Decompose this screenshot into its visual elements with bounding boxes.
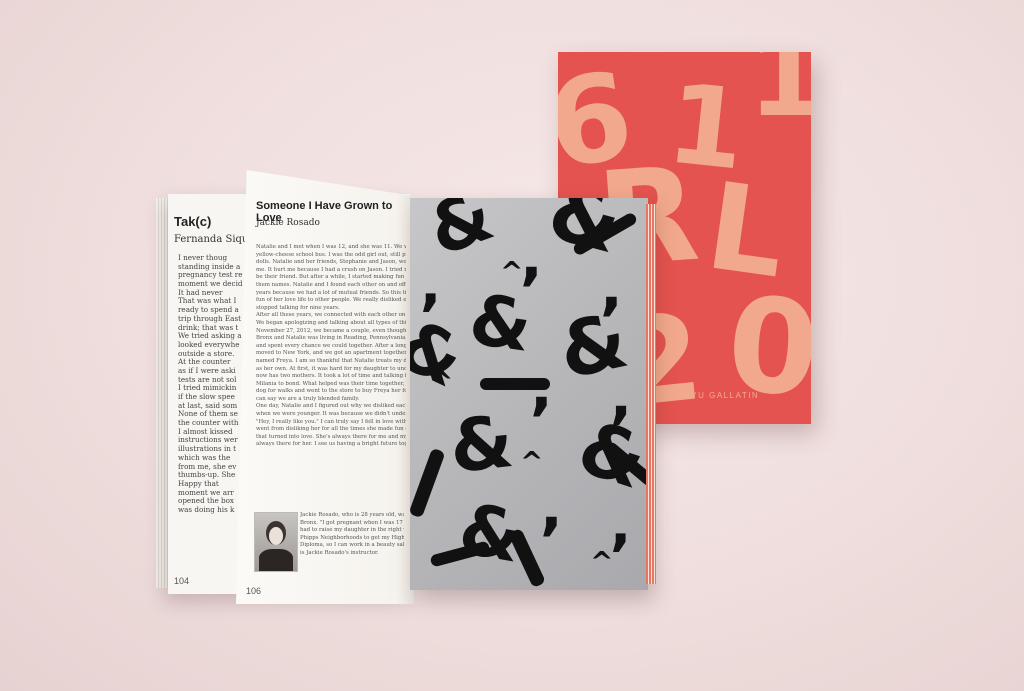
comma-glyph: ,: [610, 493, 632, 558]
text-line: that turned into love. She's always ther…: [256, 433, 406, 440]
text-line: One day, Natalie and I figured out why w…: [256, 403, 406, 410]
text-line: yellow-cheese school bus. I was the odd …: [256, 251, 406, 258]
comma-glyph: ,: [420, 253, 442, 318]
ampersand-glyph: &: [464, 278, 537, 368]
text-line: moved to New York, and we got an apartme…: [256, 350, 406, 357]
bio-line: is Jackie Rosado's instructor.: [300, 549, 379, 556]
text-line: dolls. Natalie and her friends, Stephani…: [256, 259, 406, 266]
book-mockup-scene: 6 1 R L E 2 0 1 NYU GALLATIN Tak(c) Fern…: [0, 0, 1024, 691]
bio-line: Jackie Rosado, who is 28 years old, was …: [300, 512, 404, 518]
left-page-title: Tak(c): [174, 214, 212, 229]
dash-bar: [410, 447, 446, 519]
text-line: stopped talking for nine years.: [256, 304, 340, 311]
text-line: always there for her. I see us having a …: [256, 441, 406, 448]
text-line: After all these years, we connected with…: [256, 312, 406, 319]
cover-brand-text: NYU GALLATIN: [684, 391, 760, 400]
text-line: them names. Natalie and I found each oth…: [256, 281, 406, 288]
text-line: went from disliking her for all the time…: [256, 426, 406, 433]
caret-glyph: ^: [590, 545, 614, 578]
text-line: can say we are a truly blended family.: [256, 395, 360, 402]
text-line: dog for walks and went to the store to b…: [256, 388, 406, 395]
caret-glyph: ^: [430, 365, 454, 398]
story-author: Jackie Rosado: [256, 218, 320, 228]
bio-line: Phipps Neighborhoods to get my High Scho…: [300, 534, 404, 541]
left-page-number: 104: [174, 576, 190, 586]
turning-page: Someone I Have Grown to Love Jackie Rosa…: [236, 170, 414, 604]
text-line: "Hey, I really like you." I can truly sa…: [256, 418, 406, 425]
page-stack-right: [646, 204, 656, 584]
cover-digit-1b: 1: [748, 52, 811, 141]
text-line: as her own. At first, it was hard for my…: [256, 365, 406, 372]
text-line: Bronx and Natalie was living in Reading,…: [256, 335, 406, 342]
caret-glyph: ^: [500, 255, 524, 288]
caret-glyph: ^: [520, 445, 544, 478]
bio-line: had to raise my daughter in the right wa…: [300, 527, 404, 534]
ampersand-glyph: &: [445, 398, 518, 490]
comma-glyph: ,: [540, 473, 563, 543]
text-line: We began apologizing and talking about a…: [256, 319, 406, 326]
text-line: November 27, 2012, we became a couple, e…: [256, 327, 406, 334]
author-bio: Jackie Rosado, who is 28 years old, was …: [300, 512, 404, 558]
bio-line: Diploma, so I can work in a beauty salon…: [300, 542, 404, 549]
bio-line: Bronx. "I got pregnant when I was 17 yea…: [300, 519, 404, 526]
text-line: and spent every chance we could together…: [256, 342, 406, 349]
text-line: now has two mothers. It took a lot of ti…: [256, 373, 406, 380]
turning-page-number: 106: [246, 586, 262, 596]
pattern-page: & & & & & & & & , , , , , , , ^ ^ ^ ^: [410, 198, 648, 590]
text-line: years because we had a lot of mutual fri…: [256, 289, 406, 296]
text-line: me. It hurt me because I had a crush on …: [256, 266, 406, 273]
comma-glyph: ,: [600, 253, 623, 323]
author-photo: [254, 512, 298, 572]
text-line: Natalie and I met when I was 12, and she…: [256, 244, 406, 250]
text-line: be their friend. But after a while, I st…: [256, 274, 406, 281]
dash-bar: [480, 378, 550, 390]
story-text: Natalie and I met when I was 12, and she…: [256, 244, 406, 449]
text-line: named Freya. I am so thankful that Natal…: [256, 357, 406, 364]
comma-glyph: ,: [610, 363, 633, 431]
text-line: when we were younger. It was because we …: [256, 411, 406, 418]
text-line: Milania to bond. What helped was their t…: [256, 380, 406, 387]
left-page-author: Fernanda Siqu: [174, 234, 249, 245]
text-line: fun of her love life to other people. We…: [256, 297, 406, 304]
